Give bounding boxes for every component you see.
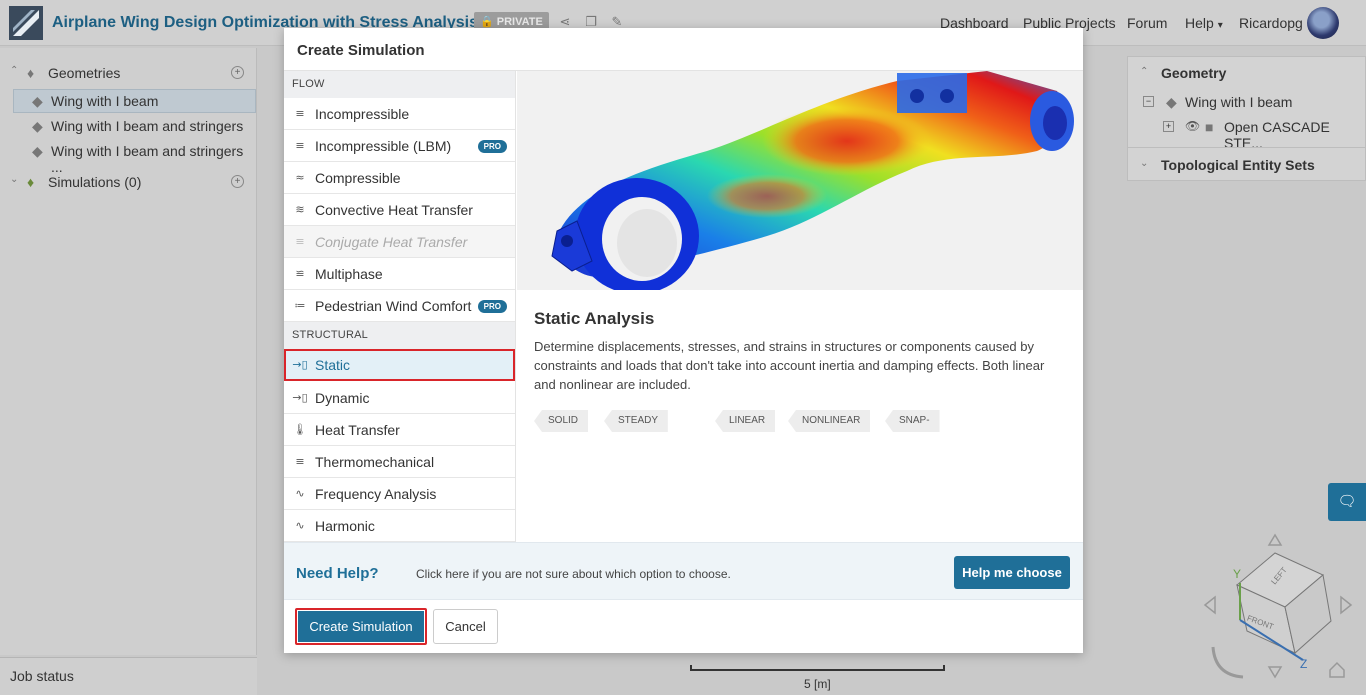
- geometry-panel: ⌃ Geometry − ◆ Wing with I beam + 👁 ■ Op…: [1127, 56, 1366, 181]
- static-icon: →▯: [292, 358, 308, 371]
- analysis-frequency[interactable]: ∿ Frequency Analysis: [284, 478, 515, 510]
- geometry-item[interactable]: Wing with I beam and stringers: [51, 118, 243, 134]
- analysis-conjugate-heat-transfer: ≡ Conjugate Heat Transfer: [284, 226, 515, 258]
- dynamic-icon: →▯: [292, 391, 308, 404]
- add-simulation-icon[interactable]: +: [231, 175, 244, 188]
- share-icon[interactable]: ⋖: [558, 15, 572, 29]
- analysis-incompressible[interactable]: ≡ Incompressible: [284, 98, 515, 130]
- geometry-icon: ◆: [1166, 94, 1177, 110]
- expand-box-icon[interactable]: +: [1163, 121, 1174, 132]
- y-axis-label: Y: [1233, 567, 1241, 581]
- cancel-button[interactable]: Cancel: [433, 609, 498, 644]
- create-simulation-button[interactable]: Create Simulation: [295, 608, 427, 645]
- tag-steady-loads: STEADY LOADS: [604, 410, 668, 432]
- tag-snap-fit: SNAP-FIT: [885, 410, 940, 432]
- nav-user[interactable]: Ricardopg: [1239, 15, 1303, 31]
- geometry-icon: ◆: [32, 93, 43, 109]
- add-geometry-icon[interactable]: +: [231, 66, 244, 79]
- nav-help[interactable]: Help ▾: [1185, 15, 1223, 31]
- help-strip: Need Help? Click here if you are not sur…: [284, 542, 1083, 600]
- analysis-static[interactable]: →▯ Static: [284, 349, 515, 381]
- analysis-type-list: FLOW ≡ Incompressible ≡ Incompressible (…: [284, 71, 516, 542]
- simulations-label[interactable]: Simulations (0): [48, 174, 141, 190]
- thermomechanical-icon: ≡: [295, 455, 305, 468]
- convective-icon: ≋: [295, 203, 305, 216]
- tag-linear: LINEAR: [715, 410, 776, 432]
- collapse-icon[interactable]: ⌃: [1140, 66, 1148, 77]
- nav-forum[interactable]: Forum: [1127, 15, 1167, 31]
- geometry-item[interactable]: Wing with I beam and stringers ...: [51, 143, 256, 175]
- dialog-header: Create Simulation: [284, 28, 1083, 71]
- analysis-multiphase[interactable]: ≌ Multiphase: [284, 258, 515, 290]
- geometry-panel-title: Geometry: [1161, 65, 1227, 81]
- analysis-harmonic[interactable]: ∿ Harmonic: [284, 510, 515, 542]
- thermometer-icon: 🌡: [293, 423, 307, 436]
- conjugate-icon: ≡: [295, 235, 305, 248]
- geometry-icon: ◆: [32, 118, 43, 134]
- z-axis-label: Z: [1300, 657, 1307, 671]
- geometry-item[interactable]: Wing with I beam: [1185, 94, 1292, 110]
- avatar[interactable]: [1307, 7, 1339, 39]
- project-tree: ⌃ ♦ Geometries + ◆ Wing with I beam ◆ Wi…: [0, 48, 257, 655]
- scale-label: 5 [m]: [804, 677, 831, 691]
- wave-icon: ∿: [295, 487, 305, 500]
- copy-icon[interactable]: ❐: [584, 15, 598, 29]
- edit-icon[interactable]: ✎: [610, 15, 624, 29]
- multiphase-icon: ≌: [295, 267, 305, 280]
- need-help-title: Need Help?: [296, 565, 379, 582]
- expand-icon[interactable]: ⌄: [10, 174, 18, 185]
- view-cube[interactable]: Y Z LEFT FRONT: [1195, 525, 1365, 695]
- wind-icon: ≔: [294, 299, 306, 312]
- analysis-convective-heat-transfer[interactable]: ≋ Convective Heat Transfer: [284, 194, 515, 226]
- analysis-incompressible-lbm[interactable]: ≡ Incompressible (LBM) PRO: [284, 130, 515, 162]
- tag-nonlinear: NONLINEAR: [788, 410, 871, 432]
- analysis-pedestrian-wind-comfort[interactable]: ≔ Pedestrian Wind Comfort PRO: [284, 290, 515, 322]
- dialog-title: Create Simulation: [297, 42, 425, 59]
- analysis-detail-title: Static Analysis: [534, 309, 655, 328]
- need-help-text[interactable]: Click here if you are not sure about whi…: [416, 567, 731, 581]
- geometries-label[interactable]: Geometries: [48, 65, 120, 81]
- pro-badge: PRO: [477, 300, 507, 313]
- job-status-label: Job status: [10, 668, 74, 684]
- analysis-heat-transfer[interactable]: 🌡 Heat Transfer: [284, 414, 515, 446]
- section-structural: STRUCTURAL: [284, 322, 515, 349]
- analysis-preview-image: [517, 71, 1083, 290]
- analysis-thermomechanical[interactable]: ≡ Thermomechanical: [284, 446, 515, 478]
- eye-icon[interactable]: 👁: [1185, 119, 1200, 133]
- collapse-box-icon[interactable]: −: [1143, 96, 1154, 107]
- analysis-compressible[interactable]: ≈ Compressible: [284, 162, 515, 194]
- simulations-icon: ♦: [27, 174, 35, 190]
- analysis-detail-description: Determine displacements, stresses, and s…: [534, 339, 1045, 392]
- section-flow: FLOW: [284, 71, 515, 98]
- simscale-logo[interactable]: [9, 6, 43, 40]
- job-status-panel[interactable]: Job status: [0, 657, 257, 695]
- analysis-dynamic[interactable]: →▯ Dynamic: [284, 382, 515, 414]
- scale-bar: [690, 665, 945, 671]
- geometry-item[interactable]: Wing with I beam: [51, 93, 158, 109]
- tag-solid: SOLID: [534, 410, 589, 432]
- geometry-icon: ◆: [32, 143, 43, 159]
- cad-icon: ■: [1205, 119, 1214, 135]
- geometries-icon: ♦: [27, 65, 35, 81]
- flow-icon: ≡: [295, 139, 305, 152]
- harmonic-icon: ∿: [295, 519, 305, 532]
- compressible-icon: ≈: [295, 171, 305, 184]
- help-me-choose-button[interactable]: Help me choose: [954, 556, 1070, 589]
- flow-icon: ≡: [295, 107, 305, 120]
- chat-icon[interactable]: 🗨: [1328, 483, 1366, 521]
- topological-entity-sets[interactable]: Topological Entity Sets: [1161, 157, 1315, 173]
- pro-badge: PRO: [477, 140, 507, 153]
- collapse-icon[interactable]: ⌃: [10, 65, 18, 76]
- create-simulation-dialog: Create Simulation FLOW ≡ Incompressible …: [284, 28, 1083, 653]
- expand-icon[interactable]: ⌄: [1140, 158, 1148, 169]
